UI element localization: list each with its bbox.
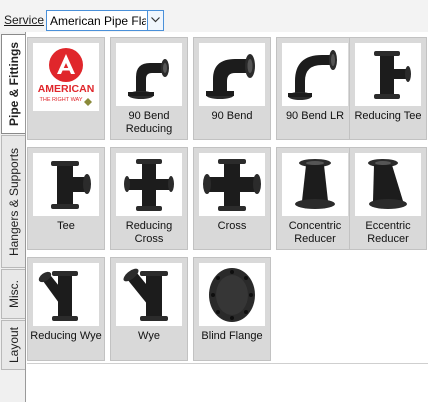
fitting-label: Tee — [57, 220, 75, 232]
wye-icon — [123, 268, 168, 321]
elbow-reducing-icon — [128, 59, 169, 99]
tab-label: Misc. — [6, 280, 21, 308]
fitting-label: Concentric Reducer — [288, 220, 342, 245]
tab-strip-border — [25, 32, 26, 402]
elbow-icon — [206, 54, 255, 99]
reducing-cross-icon — [124, 159, 174, 211]
tab-label: Pipe & Fittings — [6, 42, 21, 126]
fitting-concentric-reducer[interactable]: Concentric Reducer — [276, 147, 354, 250]
fitting-label: 90 Bend LR — [285, 110, 345, 122]
elbow-long-radius-icon — [288, 50, 337, 100]
fitting-tee[interactable]: Tee — [27, 147, 105, 250]
logo-brand-text: AMERICAN — [38, 83, 95, 95]
tab-pipe-fittings[interactable]: Pipe & Fittings — [1, 34, 25, 134]
fitting-label: Cross — [217, 220, 247, 232]
tab-layout[interactable]: Layout — [1, 320, 25, 370]
fitting-reducing-wye[interactable]: Reducing Wye — [27, 257, 105, 361]
fitting-label: Eccentric Reducer — [365, 220, 411, 245]
palette-bottom-border — [27, 363, 428, 364]
fitting-label: 90 Bend Reducing — [125, 110, 173, 135]
eccentric-reducer-icon — [368, 159, 407, 209]
tab-label: Hangers & Supports — [6, 147, 21, 256]
tab-hangers-supports[interactable]: Hangers & Supports — [1, 135, 25, 268]
service-label: Service — [4, 13, 45, 27]
fitting-label: Reducing Tee — [354, 110, 422, 122]
fitting-cross[interactable]: Cross — [193, 147, 271, 250]
fitting-reducing-cross[interactable]: Reducing Cross — [110, 147, 188, 250]
vertical-tab-strip: Pipe & Fittings Hangers & Supports Misc.… — [0, 32, 26, 402]
logo-tagline-text: THE RIGHT WAY — [40, 97, 83, 103]
fitting-label: 90 Bend — [211, 110, 253, 122]
fitting-90-bend-lr[interactable]: 90 Bend LR — [276, 37, 354, 140]
dropdown-button[interactable] — [147, 11, 163, 30]
manufacturer-logo-tile[interactable]: AMERICAN THE RIGHT WAY — [27, 37, 105, 140]
fitting-reducing-tee[interactable]: Reducing Tee — [349, 37, 427, 140]
fitting-label: Blind Flange — [201, 330, 263, 342]
fitting-eccentric-reducer[interactable]: Eccentric Reducer — [349, 147, 427, 250]
tee-icon — [51, 161, 91, 209]
chevron-down-icon — [151, 17, 160, 23]
tab-label: Layout — [6, 326, 21, 364]
fitting-blind-flange[interactable]: Blind Flange — [193, 257, 271, 361]
service-dropdown[interactable]: American Pipe Flan — [46, 10, 164, 31]
fitting-90-bend[interactable]: 90 Bend — [193, 37, 271, 140]
tab-misc[interactable]: Misc. — [1, 269, 25, 319]
toolbar: Service American Pipe Flan — [0, 0, 428, 32]
fitting-90-bend-reducing[interactable]: 90 Bend Reducing — [110, 37, 188, 140]
fitting-label: Reducing Wye — [30, 330, 102, 342]
fitting-wye[interactable]: Wye — [110, 257, 188, 361]
fitting-label: Reducing Cross — [125, 220, 173, 245]
concentric-reducer-icon — [295, 159, 335, 209]
cross-icon — [203, 159, 261, 211]
reducing-tee-icon — [374, 51, 411, 99]
reducing-wye-icon — [38, 271, 78, 321]
fitting-label: Wye — [138, 330, 160, 342]
manufacturer-logo: AMERICAN THE RIGHT WAY — [33, 43, 99, 111]
blind-flange-icon — [209, 268, 255, 322]
service-dropdown-value: American Pipe Flan — [50, 14, 146, 28]
